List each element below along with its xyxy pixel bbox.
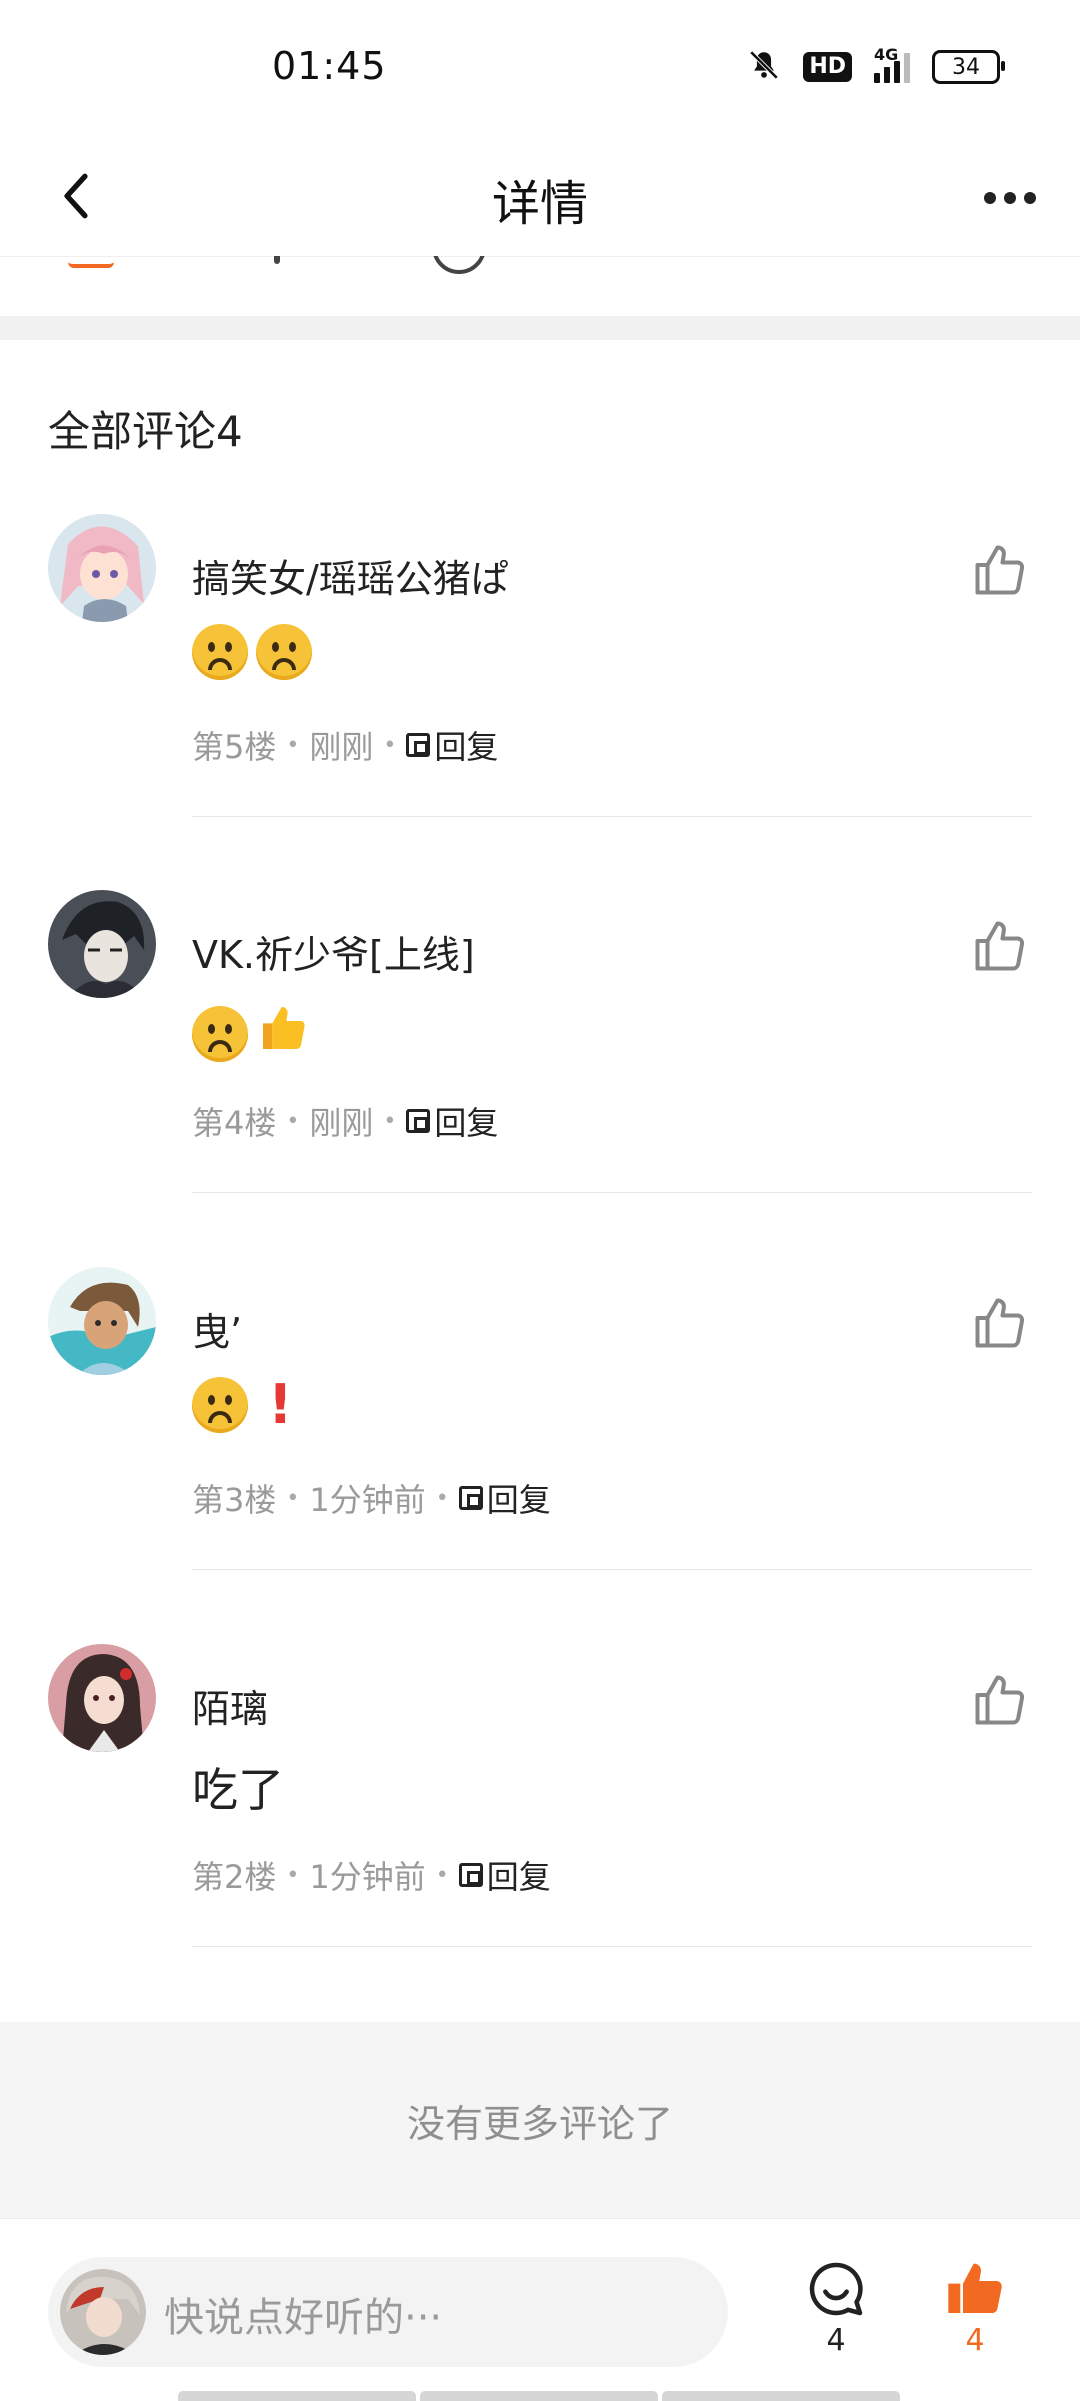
avatar[interactable]: [48, 514, 156, 622]
comment-time: 1分钟前: [309, 1481, 426, 1519]
status-time: 01:45: [272, 44, 387, 88]
comment-floor: 第4楼: [192, 1104, 277, 1142]
comment-content: 吃了: [192, 1754, 284, 1820]
comment-floor: 第3楼: [192, 1481, 277, 1519]
no-more-label: 没有更多评论了: [406, 2101, 673, 2146]
like-count: 4: [965, 2323, 985, 2358]
thumbs-up-emoji-icon: [256, 1000, 312, 1067]
comment-content: [192, 1000, 312, 1067]
comment-content: !: [192, 1377, 293, 1433]
comment-content: [192, 624, 312, 680]
comment-author[interactable]: 陌璃: [192, 1678, 268, 1733]
reply-button[interactable]: 回复: [458, 1475, 551, 1521]
reply-button[interactable]: 回复: [406, 722, 498, 768]
comment-meta: 第5楼 • 刚刚 • 回复: [192, 722, 498, 768]
network-label: 4G: [874, 45, 899, 64]
comment-like-button[interactable]: [970, 1293, 1030, 1353]
nav-bar: 详情: [0, 140, 1080, 257]
comment-time: 刚刚: [309, 1104, 374, 1142]
divider: [192, 1192, 1032, 1193]
comment-count-button[interactable]: 4: [796, 2257, 876, 2367]
thumbs-up-outline-icon: [975, 1675, 1025, 1725]
comment-time: 1分钟前: [309, 1858, 426, 1896]
reply-button[interactable]: 回复: [458, 1852, 551, 1898]
no-more-comments: 没有更多评论了: [0, 2022, 1080, 2218]
more-dots-icon: [984, 192, 996, 204]
comment-author[interactable]: VK.祈少爷[上线]: [192, 924, 475, 979]
comment-like-button[interactable]: [970, 1670, 1030, 1730]
thumbs-up-outline-icon: [975, 921, 1025, 971]
comment-item: 陌璃 吃了 第2楼 • 1分钟前 • 回复: [0, 1644, 1080, 2020]
battery-level: 34: [952, 54, 980, 80]
more-button[interactable]: [970, 158, 1050, 238]
comment-like-button[interactable]: [970, 540, 1030, 600]
frowning-face-icon: [256, 624, 312, 680]
reply-icon: [458, 1863, 483, 1887]
divider: [192, 1946, 1032, 1947]
status-bar: 01:45 HD 4G 34: [0, 0, 1080, 140]
comment-time: 刚刚: [309, 728, 374, 766]
avatar[interactable]: [48, 1644, 156, 1752]
reply-icon: [406, 733, 431, 757]
post-actions-peek: [0, 256, 1080, 316]
status-icons: HD 4G 34: [747, 45, 1005, 86]
section-separator: [0, 316, 1080, 340]
comment-input-placeholder: 快说点好听的···: [164, 2295, 443, 2341]
comment-floor: 第2楼: [192, 1858, 277, 1896]
comment-meta: 第2楼 • 1分钟前 • 回复: [192, 1852, 551, 1898]
frowning-face-icon: [192, 1377, 248, 1433]
comment-meta: 第4楼 • 刚刚 • 回复: [192, 1098, 498, 1144]
comment-like-button[interactable]: [970, 916, 1030, 976]
reply-icon: [406, 1109, 431, 1133]
bell-mute-icon: [747, 48, 781, 86]
comment-author[interactable]: 曳’: [192, 1301, 242, 1356]
reply-icon: [458, 1486, 483, 1510]
battery-icon: 34: [932, 50, 1005, 84]
bottom-bar: 快说点好听的··· 4 4: [0, 2218, 1080, 2401]
comment-count: 4: [826, 2323, 846, 2358]
comment-item: 曳’ ! 第3楼 • 1分钟前 • 回复: [0, 1267, 1080, 1643]
comments-header: 全部评论4: [48, 407, 243, 456]
signal-icon: 4G: [874, 45, 910, 83]
avatar[interactable]: [48, 1267, 156, 1375]
share-icon-peek: [274, 256, 280, 264]
divider: [192, 1569, 1032, 1570]
my-avatar: [60, 2269, 146, 2355]
comment-floor: 第5楼: [192, 728, 277, 766]
exclamation-icon: !: [268, 1373, 293, 1436]
thumbs-up-outline-icon: [975, 1298, 1025, 1348]
comment-input[interactable]: 快说点好听的···: [48, 2257, 728, 2367]
hd-icon: HD: [803, 52, 852, 82]
comment-icon-peek: [432, 256, 486, 274]
frowning-face-icon: [192, 1005, 248, 1062]
comment-item: VK.祈少爷[上线] 第4楼 • 刚刚 • 回复: [0, 890, 1080, 1266]
avatar[interactable]: [48, 890, 156, 998]
thumbs-up-filled-icon: [948, 2263, 1002, 2313]
comment-bubble-icon: [809, 2262, 863, 2316]
frowning-face-icon: [192, 624, 248, 680]
comment-text: 吃了: [192, 1763, 284, 1817]
reply-button[interactable]: 回复: [406, 1098, 498, 1144]
comment-meta: 第3楼 • 1分钟前 • 回复: [192, 1475, 551, 1521]
thumbs-up-outline-icon: [975, 545, 1025, 595]
comment-item: 搞笑女/瑶瑶公猪ぱ 第5楼 • 刚刚 • 回复: [0, 514, 1080, 890]
comment-author[interactable]: 搞笑女/瑶瑶公猪ぱ: [192, 548, 509, 603]
like-icon-peek: [68, 256, 114, 268]
like-count-button[interactable]: 4: [935, 2257, 1015, 2367]
page-title: 详情: [491, 176, 588, 232]
divider: [192, 816, 1032, 817]
